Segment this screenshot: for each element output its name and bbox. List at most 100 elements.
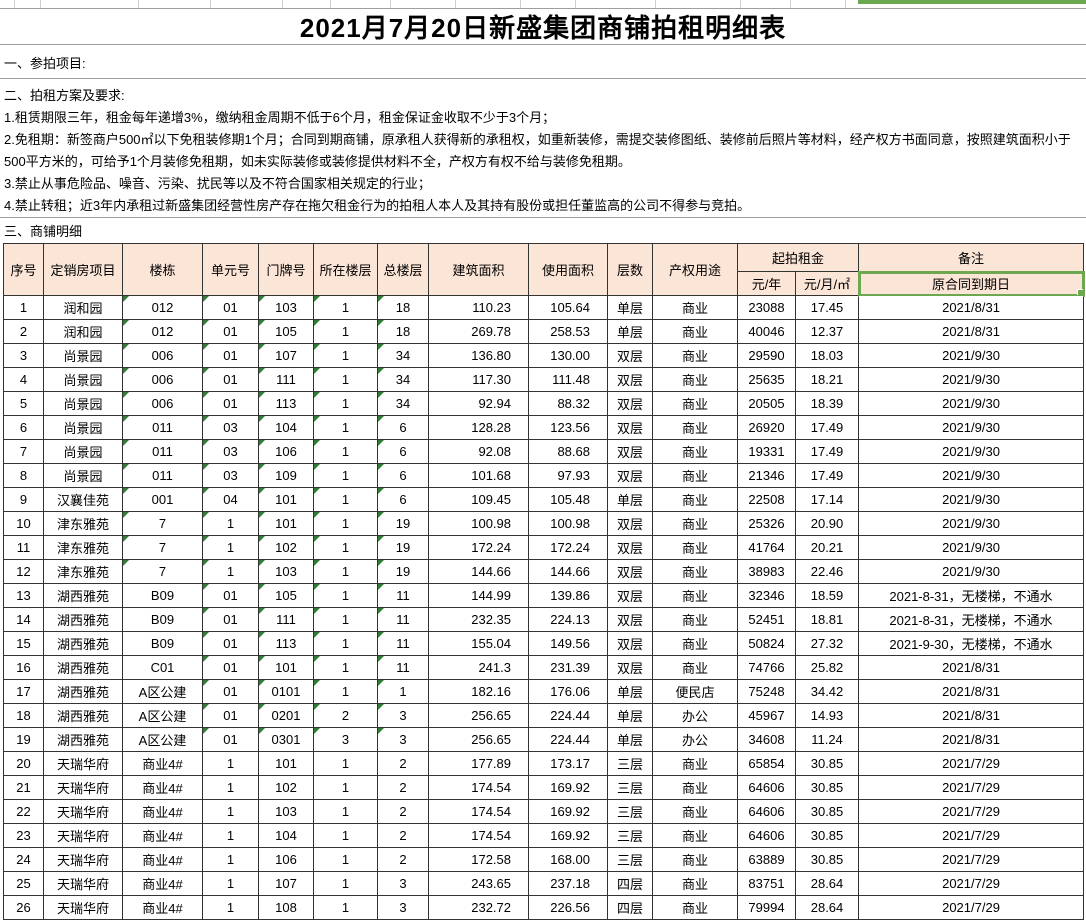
cell[interactable]: B09 [123, 632, 203, 656]
cell[interactable]: 101 [259, 512, 314, 536]
cell[interactable]: 50824 [738, 632, 796, 656]
cell[interactable]: 269.78 [429, 320, 529, 344]
cell[interactable]: 38983 [738, 560, 796, 584]
cell[interactable]: 92.94 [429, 392, 529, 416]
cell[interactable]: 天瑞华府 [44, 800, 123, 824]
col-header-floors-total[interactable]: 总楼层 [378, 244, 429, 296]
cell[interactable]: 6 [378, 416, 429, 440]
cell[interactable]: 232.72 [429, 896, 529, 920]
cell[interactable]: 100.98 [429, 512, 529, 536]
cell[interactable]: 商业 [653, 872, 738, 896]
cell[interactable]: 256.65 [429, 704, 529, 728]
cell[interactable]: 2021/9/30 [859, 392, 1084, 416]
cell[interactable]: 006 [123, 368, 203, 392]
cell[interactable]: 11.24 [796, 728, 859, 752]
cell[interactable]: 1 [314, 560, 378, 584]
cell[interactable]: 18 [378, 320, 429, 344]
cell[interactable]: 103 [259, 296, 314, 320]
cell[interactable]: A区公建 [123, 728, 203, 752]
cell[interactable]: 111 [259, 608, 314, 632]
cell[interactable]: 1 [203, 560, 259, 584]
cell[interactable]: 1 [314, 368, 378, 392]
cell[interactable]: 湖西雅苑 [44, 656, 123, 680]
cell[interactable]: 商业4# [123, 800, 203, 824]
cell[interactable]: 1 [314, 680, 378, 704]
cell[interactable]: 2021/8/31 [859, 728, 1084, 752]
cell[interactable]: 01 [203, 392, 259, 416]
cell[interactable]: 商业 [653, 896, 738, 920]
cell[interactable]: 尚景园 [44, 368, 123, 392]
selected-cell-original-expiry[interactable]: 原合同到期日 [859, 272, 1084, 296]
cell[interactable]: 74766 [738, 656, 796, 680]
cell[interactable]: 1 [203, 848, 259, 872]
cell[interactable]: 1 [203, 800, 259, 824]
cell[interactable]: 01 [203, 368, 259, 392]
cell[interactable]: 172.24 [529, 536, 608, 560]
cell[interactable]: 商业 [653, 440, 738, 464]
cell[interactable]: 17.14 [796, 488, 859, 512]
cell[interactable]: 26920 [738, 416, 796, 440]
cell[interactable]: 101 [259, 752, 314, 776]
cell[interactable]: 2021/9/30 [859, 536, 1084, 560]
cell[interactable]: 2 [4, 320, 44, 344]
cell[interactable]: 1 [314, 872, 378, 896]
cell[interactable]: 办公 [653, 704, 738, 728]
cell[interactable]: 111 [259, 368, 314, 392]
cell[interactable]: 湖西雅苑 [44, 632, 123, 656]
cell[interactable]: 102 [259, 776, 314, 800]
cell[interactable]: 182.16 [429, 680, 529, 704]
cell[interactable]: 105 [259, 320, 314, 344]
cell[interactable]: 10 [4, 512, 44, 536]
cell[interactable]: 3 [378, 896, 429, 920]
cell[interactable]: 商业 [653, 584, 738, 608]
cell[interactable]: 109 [259, 464, 314, 488]
cell[interactable]: 单层 [608, 296, 653, 320]
cell[interactable]: 1 [203, 776, 259, 800]
cell[interactable]: 双层 [608, 584, 653, 608]
cell[interactable]: 双层 [608, 440, 653, 464]
cell[interactable]: 双层 [608, 416, 653, 440]
cell[interactable]: 1 [314, 752, 378, 776]
cell[interactable]: 商业 [653, 296, 738, 320]
cell[interactable]: 2021/8/31 [859, 296, 1084, 320]
cell[interactable]: 6 [378, 440, 429, 464]
cell[interactable]: 123.56 [529, 416, 608, 440]
cell[interactable]: 商业 [653, 560, 738, 584]
cell[interactable]: 139.86 [529, 584, 608, 608]
cell[interactable]: 34 [378, 392, 429, 416]
cell[interactable]: 01 [203, 296, 259, 320]
cell[interactable]: 01 [203, 728, 259, 752]
cell[interactable]: 1 [203, 512, 259, 536]
cell[interactable]: 23088 [738, 296, 796, 320]
cell[interactable]: 241.3 [429, 656, 529, 680]
cell[interactable]: 天瑞华府 [44, 872, 123, 896]
cell[interactable]: 011 [123, 464, 203, 488]
cell[interactable]: 商业 [653, 488, 738, 512]
cell[interactable]: 商业 [653, 416, 738, 440]
cell[interactable]: 25 [4, 872, 44, 896]
cell[interactable]: 29590 [738, 344, 796, 368]
cell[interactable]: 四层 [608, 896, 653, 920]
cell[interactable]: 01 [203, 344, 259, 368]
section-3-row[interactable]: 三、商铺明细 [0, 218, 1086, 243]
cell[interactable]: 130.00 [529, 344, 608, 368]
cell[interactable]: 2021/7/29 [859, 776, 1084, 800]
cell[interactable]: 19 [378, 512, 429, 536]
cell[interactable]: 2021/8/31 [859, 680, 1084, 704]
cell[interactable]: 18 [378, 296, 429, 320]
cell[interactable]: 2 [378, 848, 429, 872]
cell[interactable]: 单层 [608, 680, 653, 704]
cell[interactable]: 0101 [259, 680, 314, 704]
cell[interactable]: 17.49 [796, 464, 859, 488]
cell[interactable]: 256.65 [429, 728, 529, 752]
cell[interactable]: 商业 [653, 824, 738, 848]
cell[interactable]: 7 [123, 512, 203, 536]
cell[interactable]: 1 [314, 512, 378, 536]
cell[interactable]: 尚景园 [44, 440, 123, 464]
cell[interactable]: 7 [4, 440, 44, 464]
cell[interactable]: 1 [314, 464, 378, 488]
cell[interactable]: 106 [259, 440, 314, 464]
cell[interactable]: 2021/9/30 [859, 488, 1084, 512]
cell[interactable]: 天瑞华府 [44, 776, 123, 800]
cell[interactable]: 商业 [653, 512, 738, 536]
